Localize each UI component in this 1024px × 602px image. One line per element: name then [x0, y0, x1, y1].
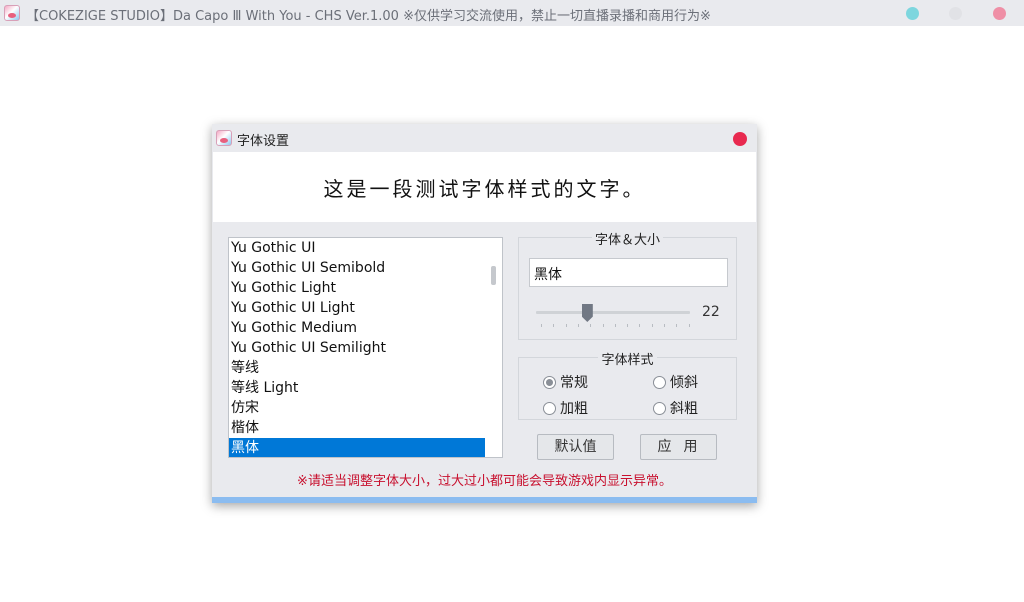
style-radio-bold[interactable]: 加粗	[543, 398, 588, 418]
default-button[interactable]: 默认值	[537, 434, 614, 460]
style-radio-bold-italic-label: 斜粗	[670, 401, 698, 417]
font-list-item[interactable]: Yu Gothic UI	[229, 238, 485, 258]
window-title: 【COKEZIGE STUDIO】Da Capo Ⅲ With You - CH…	[26, 9, 711, 24]
slider-tick	[602, 324, 604, 327]
font-list-item[interactable]: Yu Gothic UI Semibold	[229, 258, 485, 278]
minimize-button[interactable]	[906, 7, 919, 20]
font-style-group: 字体样式 常规 倾斜 加粗 斜粗	[518, 353, 737, 420]
radio-bold-italic-indicator[interactable]	[653, 401, 666, 415]
font-list-item[interactable]: 等线 Light	[229, 378, 485, 398]
font-size-slider[interactable]	[536, 311, 690, 314]
style-radio-bold-label: 加粗	[560, 401, 588, 417]
font-list-item[interactable]: Yu Gothic Light	[229, 278, 485, 298]
radio-regular-indicator[interactable]	[543, 375, 556, 389]
window-titlebar: 【COKEZIGE STUDIO】Da Capo Ⅲ With You - CH…	[0, 0, 1024, 26]
font-preview-panel: 这是一段测试字体样式的文字。	[213, 152, 756, 222]
slider-tick	[553, 324, 555, 327]
style-radio-bold-italic[interactable]: 斜粗	[653, 398, 698, 418]
slider-tick	[664, 324, 665, 327]
slider-tick	[688, 324, 690, 327]
style-radio-regular[interactable]: 常规	[543, 372, 588, 392]
font-list-item[interactable]: 等线	[229, 358, 485, 378]
close-button[interactable]	[993, 7, 1006, 20]
font-size-warning: ※请适当调整字体大小，过大过小都可能会导致游戏内显示异常。	[297, 474, 672, 489]
font-settings-dialog: 字体设置 这是一段测试字体样式的文字。 Yu Gothic UI Yu Gothi…	[212, 124, 757, 503]
app-icon	[4, 5, 20, 21]
slider-tick	[676, 324, 678, 327]
dialog-accent-bar	[212, 497, 757, 503]
font-list-item[interactable]: Yu Gothic UI Light	[229, 298, 485, 318]
slider-tick	[651, 324, 653, 327]
slider-tick	[614, 324, 616, 327]
font-size-value: 22	[702, 304, 720, 320]
font-list-item[interactable]: Yu Gothic Medium	[229, 318, 485, 338]
maximize-button[interactable]	[949, 7, 962, 20]
slider-tick	[627, 324, 629, 327]
apply-button[interactable]: 应用	[640, 434, 717, 460]
style-radio-italic-label: 倾斜	[670, 375, 698, 391]
style-radio-regular-label: 常规	[560, 375, 588, 391]
slider-tick	[590, 324, 592, 327]
slider-tick	[577, 324, 579, 327]
font-list-item[interactable]: 黑体	[229, 438, 485, 457]
font-name-field[interactable]: 黑体	[529, 258, 728, 287]
slider-tick	[565, 324, 567, 327]
font-list[interactable]: Yu Gothic UI Yu Gothic UI Semibold Yu Goth…	[228, 237, 503, 458]
font-list-scrollbar[interactable]	[491, 266, 496, 285]
font-list-item[interactable]: 楷体	[229, 418, 485, 438]
style-radio-italic[interactable]: 倾斜	[653, 372, 698, 392]
radio-italic-indicator[interactable]	[653, 375, 666, 389]
dialog-app-icon	[216, 130, 232, 146]
radio-bold-indicator[interactable]	[543, 401, 556, 415]
font-size-slider-thumb[interactable]	[581, 304, 593, 322]
font-size-group-label: 字体＆大小	[591, 233, 663, 248]
font-style-group-label: 字体样式	[598, 353, 657, 368]
font-list-item[interactable]: 仿宋	[229, 398, 485, 418]
dialog-title: 字体设置	[237, 134, 290, 149]
font-list-item[interactable]: Yu Gothic UI Semilight	[229, 338, 485, 358]
slider-tick	[541, 324, 542, 327]
preview-text: 这是一段测试字体样式的文字。	[323, 176, 646, 201]
dialog-close-button[interactable]	[733, 132, 747, 146]
font-size-group: 字体＆大小 黑体 22	[518, 233, 737, 340]
slider-tick	[639, 324, 641, 327]
